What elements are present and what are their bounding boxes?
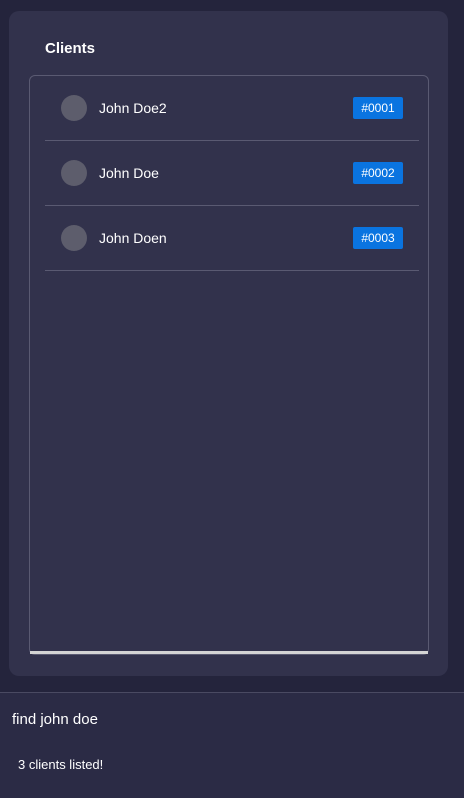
avatar — [61, 95, 87, 121]
avatar — [61, 225, 87, 251]
client-name: John Doe — [99, 165, 159, 181]
command-area — [0, 693, 464, 798]
divider — [0, 692, 464, 693]
panel-title: Clients — [45, 40, 96, 57]
avatar — [61, 160, 87, 186]
list-item[interactable]: John Doe #0002 — [45, 141, 419, 206]
command-input[interactable]: find john doe — [12, 711, 98, 728]
client-name: John Doe2 — [99, 100, 167, 116]
list-item[interactable]: John Doe2 #0001 — [45, 76, 419, 141]
client-list[interactable]: John Doe2 #0001 John Doe #0002 John Doen… — [29, 75, 429, 655]
result-display: 3 clients listed! — [18, 757, 104, 772]
horizontal-scrollbar[interactable] — [30, 651, 428, 654]
client-id-badge: #0003 — [353, 227, 403, 249]
client-name: John Doen — [99, 230, 167, 246]
list-item[interactable]: John Doen #0003 — [45, 206, 419, 271]
client-id-badge: #0002 — [353, 162, 403, 184]
client-id-badge: #0001 — [353, 97, 403, 119]
